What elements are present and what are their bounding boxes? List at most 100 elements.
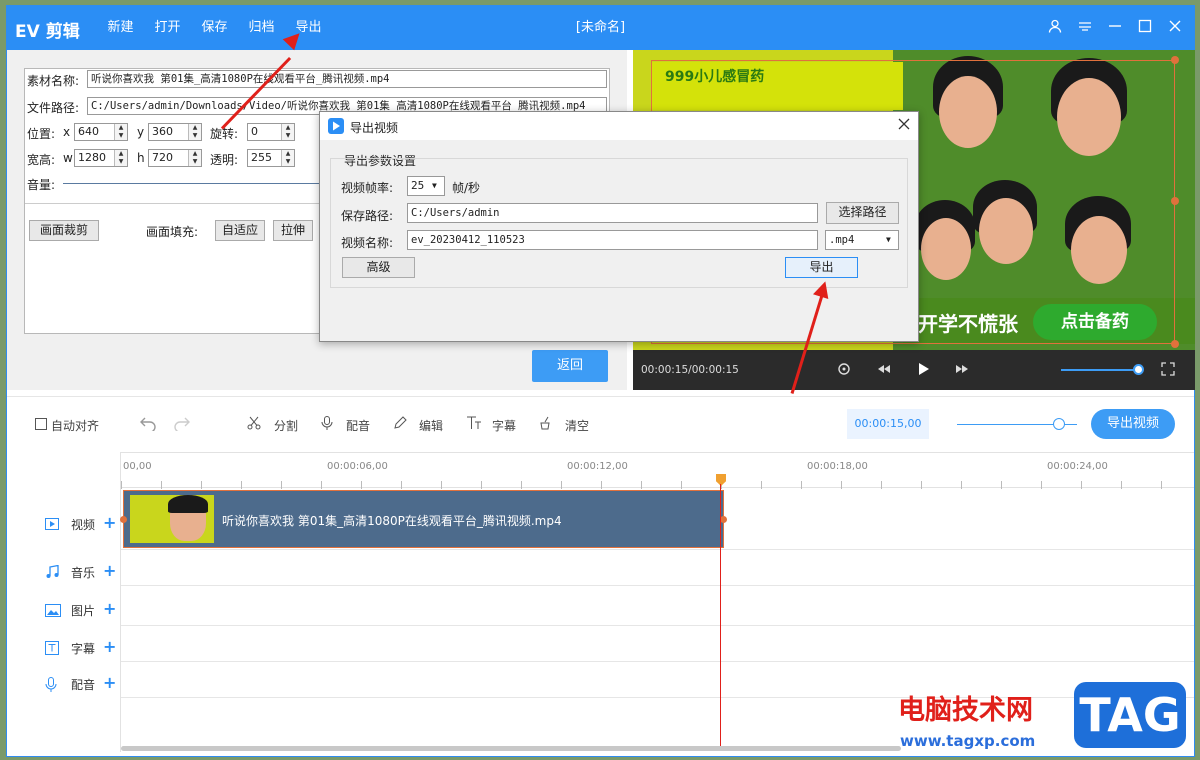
subtitle-track-icon (45, 641, 59, 659)
w-spinbox[interactable]: 1280 ▲ ▼ (74, 149, 128, 167)
child-hair (168, 495, 208, 513)
spin-arrows-icon[interactable]: ▲ ▼ (114, 150, 127, 166)
return-button[interactable]: 返回 (532, 350, 608, 382)
spin-arrows-icon[interactable]: ▲ ▼ (281, 150, 294, 166)
material-name-label: 素材名称: (27, 74, 80, 88)
choose-path-button[interactable]: 选择路径 (826, 202, 899, 224)
fill-label: 画面填充: (146, 225, 199, 239)
dropdown-arrow-icon: ▼ (886, 235, 891, 244)
menu-new[interactable]: 新建 (97, 6, 144, 50)
volume-slider-track[interactable] (1061, 369, 1137, 371)
track-subtitle: 字幕 (71, 642, 96, 656)
position-label: 位置: (27, 127, 56, 141)
spin-arrows-icon[interactable]: ▲ ▼ (188, 150, 201, 166)
track-video: 视频 (71, 518, 96, 532)
clip-handle-left[interactable] (120, 516, 127, 523)
clear-button[interactable]: 清空 (565, 417, 589, 434)
y-label: y (137, 125, 145, 139)
replay-icon[interactable] (837, 362, 851, 379)
timeline-scrollbar[interactable] (121, 746, 901, 751)
save-path-label: 保存路径: (341, 209, 394, 223)
add-video-button[interactable]: + (103, 513, 116, 532)
spin-arrows-icon[interactable]: ▲ ▼ (188, 124, 201, 140)
save-path-field[interactable]: C:/Users/admin (407, 203, 818, 223)
close-icon[interactable] (1160, 6, 1190, 50)
auto-align-checkbox[interactable] (35, 418, 47, 430)
scissors-icon[interactable] (247, 416, 261, 433)
video-clip[interactable]: 听说你喜欢我 第01集_高清1080P在线观看平台_腾讯视频.mp4 (120, 490, 727, 548)
undo-icon[interactable] (139, 415, 157, 434)
file-path-label: 文件路径: (27, 101, 80, 115)
ruler-label: 00:00:06,00 (327, 461, 388, 472)
y-spinbox[interactable]: 360 ▲ ▼ (148, 123, 202, 141)
clip-handle-right[interactable] (720, 516, 727, 523)
format-select[interactable]: .mp4 ▼ (825, 230, 899, 250)
fps-label: 视频帧率: (341, 181, 394, 195)
forward-icon[interactable] (955, 362, 969, 379)
fullscreen-icon[interactable] (1161, 362, 1175, 379)
timeline-time: 00:00:15,00 (847, 409, 929, 439)
spin-arrows-icon[interactable]: ▲ ▼ (114, 124, 127, 140)
play-icon[interactable] (917, 361, 931, 380)
rotate-spinbox[interactable]: 0 ▲ ▼ (247, 123, 295, 141)
add-music-button[interactable]: + (103, 561, 116, 580)
user-icon[interactable] (1040, 6, 1070, 50)
pencil-icon[interactable] (393, 416, 407, 433)
time-ruler[interactable]: 00,00 00:00:06,00 00:00:12,00 00:00:18,0… (121, 452, 1194, 489)
dub-button[interactable]: 配音 (346, 417, 370, 434)
video-track-icon (45, 518, 59, 534)
add-image-button[interactable]: + (103, 599, 116, 618)
subtitle-button[interactable]: 字幕 (492, 417, 516, 434)
h-label: h (137, 151, 145, 165)
export-button[interactable]: 导出 (785, 257, 858, 278)
menu-save[interactable]: 保存 (191, 6, 238, 50)
export-dialog: 导出视频 导出参数设置 视频帧率: 25 ▼ 帧/秒 保存路径: C:/Users… (319, 111, 919, 342)
track-divider (121, 549, 1194, 550)
fps-select[interactable]: 25 ▼ (407, 176, 445, 196)
add-subtitle-button[interactable]: + (103, 637, 116, 656)
x-spinbox[interactable]: 640 ▲ ▼ (74, 123, 128, 141)
menu-icon[interactable] (1070, 6, 1100, 50)
opacity-spinbox[interactable]: 255 ▲ ▼ (247, 149, 295, 167)
opacity-value: 255 (251, 151, 272, 164)
menu-open[interactable]: 打开 (144, 6, 191, 50)
export-video-button[interactable]: 导出视频 (1091, 409, 1175, 439)
advanced-button[interactable]: 高级 (342, 257, 415, 278)
fill-stretch-button[interactable]: 拉伸 (273, 220, 313, 241)
redo-icon[interactable] (173, 415, 191, 434)
rewind-icon[interactable] (877, 362, 891, 379)
spin-arrows-icon[interactable]: ▲ ▼ (281, 124, 294, 140)
watermark-site-name: 电脑技术网 (898, 695, 1033, 726)
h-spinbox[interactable]: 720 ▲ ▼ (148, 149, 202, 167)
minimize-icon[interactable] (1100, 6, 1130, 50)
image-icon (45, 604, 61, 621)
add-dub-button[interactable]: + (103, 673, 116, 692)
track-image: 图片 (71, 604, 96, 618)
edit-button[interactable]: 编辑 (419, 417, 443, 434)
video-name-label: 视频名称: (341, 236, 394, 250)
text-icon[interactable] (466, 416, 482, 433)
playhead-line (720, 484, 721, 746)
dropdown-arrow-icon: ▼ (432, 181, 437, 190)
zoom-slider-thumb[interactable] (1053, 418, 1065, 430)
split-button[interactable]: 分割 (274, 417, 298, 434)
fill-adapt-button[interactable]: 自适应 (215, 220, 265, 241)
preview-time: 00:00:15/00:00:15 (641, 364, 739, 376)
broom-icon[interactable] (539, 416, 553, 433)
volume-slider-thumb[interactable] (1133, 364, 1144, 375)
microphone-icon[interactable] (321, 416, 333, 433)
video-name-field[interactable]: ev_20230412_110523 (407, 230, 818, 250)
ruler-label: 00:00:24,00 (1047, 461, 1108, 472)
rotate-value: 0 (251, 125, 258, 138)
material-name-field[interactable]: 听说你喜欢我 第01集_高清1080P在线观看平台_腾讯视频.mp4 (87, 70, 607, 88)
x-value: 640 (78, 125, 99, 138)
crop-button[interactable]: 画面裁剪 (29, 220, 99, 241)
y-value: 360 (152, 125, 173, 138)
resize-handle[interactable] (1171, 56, 1179, 64)
track-divider (121, 625, 1194, 626)
maximize-icon[interactable] (1130, 6, 1160, 50)
resize-handle[interactable] (1171, 197, 1179, 205)
resize-handle[interactable] (1171, 340, 1179, 348)
menu-archive[interactable]: 归档 (238, 6, 285, 50)
dialog-close-icon[interactable] (898, 118, 910, 133)
